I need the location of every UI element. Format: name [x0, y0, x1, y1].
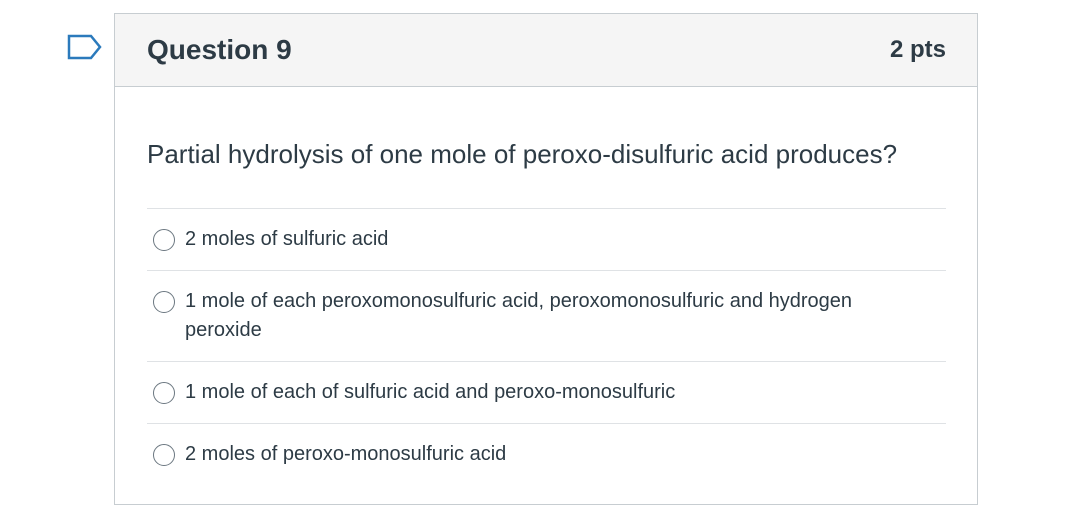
radio-button[interactable]: [153, 229, 175, 251]
flag-question-icon[interactable]: [67, 34, 103, 60]
answer-option-2[interactable]: 1 mole of each peroxomonosulfuric acid, …: [147, 271, 946, 362]
question-title: Question 9: [147, 34, 292, 65]
question-text: Partial hydrolysis of one mole of peroxo…: [147, 139, 898, 169]
radio-button[interactable]: [153, 382, 175, 404]
radio-button[interactable]: [153, 291, 175, 313]
question-points: 2 pts: [889, 36, 946, 63]
answer-option-4[interactable]: 2 moles of peroxo-monosulfuric acid: [147, 424, 946, 485]
question-header: Question 9 2 pts: [115, 14, 977, 87]
answer-label: 2 moles of peroxo-monosulfuric acid: [185, 443, 507, 465]
answer-label: 1 mole of each peroxomonosulfuric acid, …: [185, 290, 853, 341]
radio-button[interactable]: [153, 444, 175, 466]
question-card: Question 9 2 pts Partial hydrolysis of o…: [114, 13, 978, 505]
answer-label: 2 moles of sulfuric acid: [185, 228, 389, 250]
answer-label: 1 mole of each of sulfuric acid and pero…: [185, 381, 676, 403]
answer-list: 2 moles of sulfuric acid 1 mole of each …: [147, 208, 946, 485]
question-body: Partial hydrolysis of one mole of peroxo…: [115, 87, 977, 485]
answer-option-3[interactable]: 1 mole of each of sulfuric acid and pero…: [147, 362, 946, 424]
answer-option-1[interactable]: 2 moles of sulfuric acid: [147, 209, 946, 271]
